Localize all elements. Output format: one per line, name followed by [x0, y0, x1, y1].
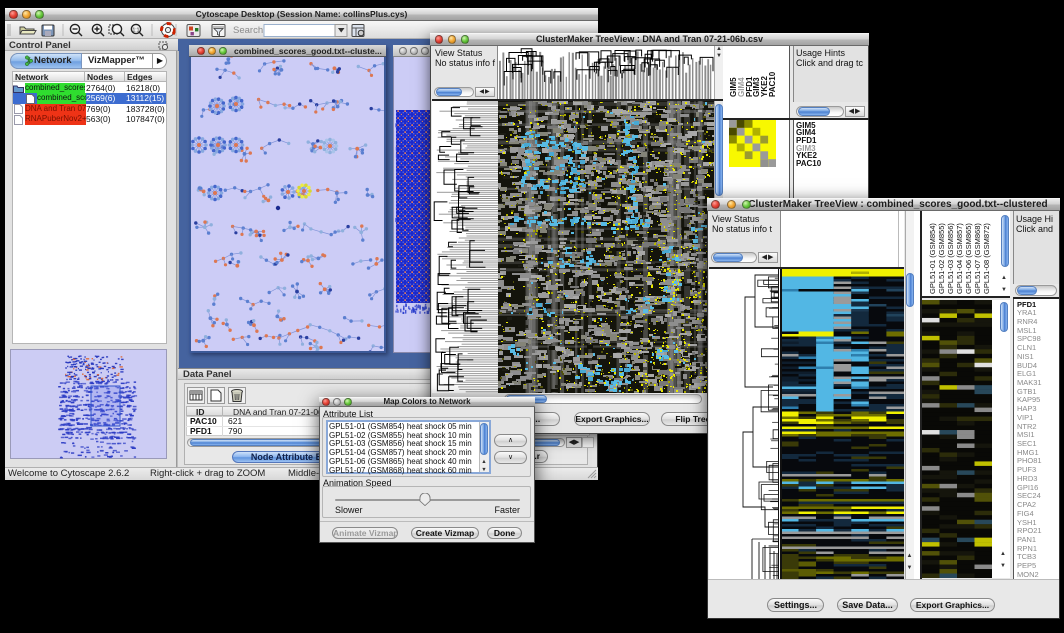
svg-text:Search:: Search:	[233, 25, 266, 36]
svg-text:1:1: 1:1	[133, 28, 140, 34]
